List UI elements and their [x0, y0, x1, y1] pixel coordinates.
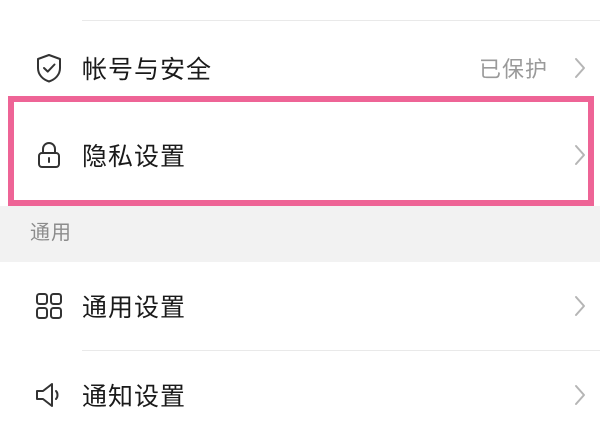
chevron-right-icon	[572, 55, 588, 81]
chevron-right-icon	[572, 382, 588, 408]
settings-screen: 帐号与安全 已保护 隐私设置 通用 通用设置 通知设置	[0, 0, 600, 429]
section-header-general: 通用	[30, 220, 72, 244]
general-settings-row[interactable]: 通用设置	[0, 262, 600, 350]
notification-settings-row[interactable]: 通知设置	[0, 351, 600, 429]
settings-group-account: 帐号与安全 已保护 隐私设置	[0, 0, 600, 206]
general-settings-label: 通用设置	[82, 293, 187, 322]
speaker-icon	[34, 380, 64, 410]
grid-icon	[34, 291, 64, 321]
chevron-right-icon	[572, 293, 588, 319]
account-security-status: 已保护	[478, 58, 548, 83]
notification-settings-label: 通知设置	[82, 382, 187, 411]
settings-group-general: 通用设置 通知设置	[0, 262, 600, 429]
chevron-right-icon	[572, 142, 588, 168]
row-divider	[82, 20, 600, 21]
privacy-settings-label: 隐私设置	[82, 142, 187, 171]
privacy-settings-row[interactable]: 隐私设置	[0, 111, 600, 199]
account-security-label: 帐号与安全	[82, 55, 213, 84]
account-security-row[interactable]: 帐号与安全 已保护	[0, 24, 600, 112]
shield-check-icon	[34, 53, 64, 83]
lock-icon	[34, 140, 64, 170]
